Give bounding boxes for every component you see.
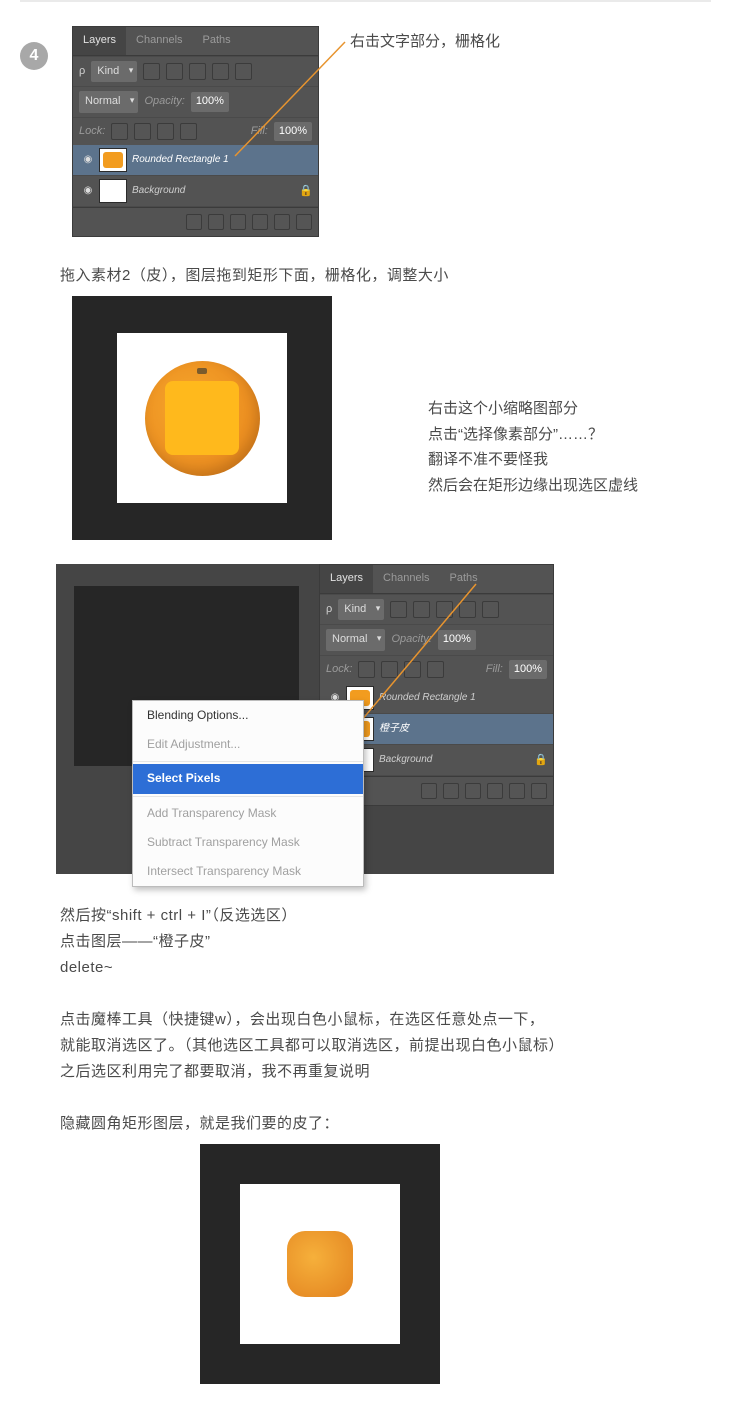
menu-select-pixels[interactable]: Select Pixels [133, 764, 363, 793]
ann-line4: 然后会在矩形边缘出现选区虚线 [428, 473, 638, 499]
menu-intersect-mask: Intersect Transparency Mask [133, 857, 363, 886]
instruction-p2a: 然后按“shift + ctrl + I”（反选选区） [60, 904, 701, 928]
orange-rounded-icon [287, 1231, 353, 1297]
filter-btn[interactable] [482, 601, 499, 618]
filter-btn[interactable] [390, 601, 407, 618]
lock-btn[interactable] [427, 661, 444, 678]
layer-name: Background [379, 752, 432, 768]
canvas-orange-with-rect [72, 296, 332, 540]
opacity-label: Opacity: [391, 631, 431, 649]
instruction-p1: 拖入素材2（皮），图层拖到矩形下面，栅格化，调整大小 [60, 264, 701, 288]
context-menu: Blending Options... Edit Adjustment... S… [132, 700, 364, 887]
menu-subtract-mask: Subtract Transparency Mask [133, 828, 363, 857]
fill-label: Fill: [486, 661, 503, 679]
filter-btn[interactable] [436, 601, 453, 618]
instruction-p3a: 点击魔棒工具（快捷键w），会出现白色小鼠标，在选区任意处点一下， [60, 1008, 701, 1032]
menu-sep [133, 796, 363, 797]
menu-edit-adjustment: Edit Adjustment... [133, 730, 363, 759]
instruction-p2b: 点击图层——“橙子皮” [60, 930, 701, 954]
screenshot-select-pixels: Layers Channels Paths ρKind Normal Opaci… [56, 564, 554, 874]
menu-sep [133, 761, 363, 762]
filter-btn[interactable] [459, 601, 476, 618]
tab-layers[interactable]: Layers [320, 565, 373, 593]
step-badge: 4 [20, 42, 48, 70]
footer-btn[interactable] [465, 783, 481, 799]
canvas-result-icon [200, 1144, 440, 1384]
annotation-rasterize: 右击文字部分，栅格化 [350, 30, 500, 54]
instruction-p3b: 就能取消选区了。（其他选区工具都可以取消选区，前提出现白色小鼠标） [60, 1034, 701, 1058]
footer-btn[interactable] [487, 783, 503, 799]
blend-mode-select[interactable]: Normal [326, 629, 385, 651]
tab-channels[interactable]: Channels [373, 565, 439, 593]
rounded-rect-overlay [165, 381, 239, 455]
menu-blending-options[interactable]: Blending Options... [133, 701, 363, 730]
ann-line3: 翻译不准不要怪我 [428, 447, 638, 473]
instruction-p3c: 之后选区利用完了都要取消，我不再重复说明 [60, 1060, 701, 1084]
footer-btn[interactable] [531, 783, 547, 799]
tab-paths[interactable]: Paths [440, 565, 488, 593]
instruction-p2c: delete~ [60, 956, 701, 980]
footer-btn[interactable] [443, 783, 459, 799]
lock-btn[interactable] [404, 661, 421, 678]
filter-btn[interactable] [413, 601, 430, 618]
layer-name: 橙子皮 [379, 721, 409, 737]
lock-btn[interactable] [381, 661, 398, 678]
footer-btn[interactable] [509, 783, 525, 799]
lock-icon: 🔒 [533, 752, 549, 770]
footer-btn[interactable] [421, 783, 437, 799]
filter-kind-select[interactable]: Kind [338, 599, 384, 621]
fill-value[interactable]: 100% [509, 660, 547, 680]
menu-add-mask: Add Transparency Mask [133, 799, 363, 828]
ann-line1: 右击这个小缩略图部分 [428, 396, 638, 422]
lock-btn[interactable] [358, 661, 375, 678]
layer-name: Rounded Rectangle 1 [379, 690, 476, 706]
opacity-value[interactable]: 100% [438, 630, 476, 650]
lock-label: Lock: [326, 661, 352, 679]
instruction-p4: 隐藏圆角矩形图层，就是我们要的皮了： [60, 1112, 701, 1136]
annotation-select-pixels: 右击这个小缩略图部分 点击“选择像素部分”……？ 翻译不准不要怪我 然后会在矩形… [428, 396, 638, 498]
ann-line2: 点击“选择像素部分”……？ [428, 422, 638, 448]
